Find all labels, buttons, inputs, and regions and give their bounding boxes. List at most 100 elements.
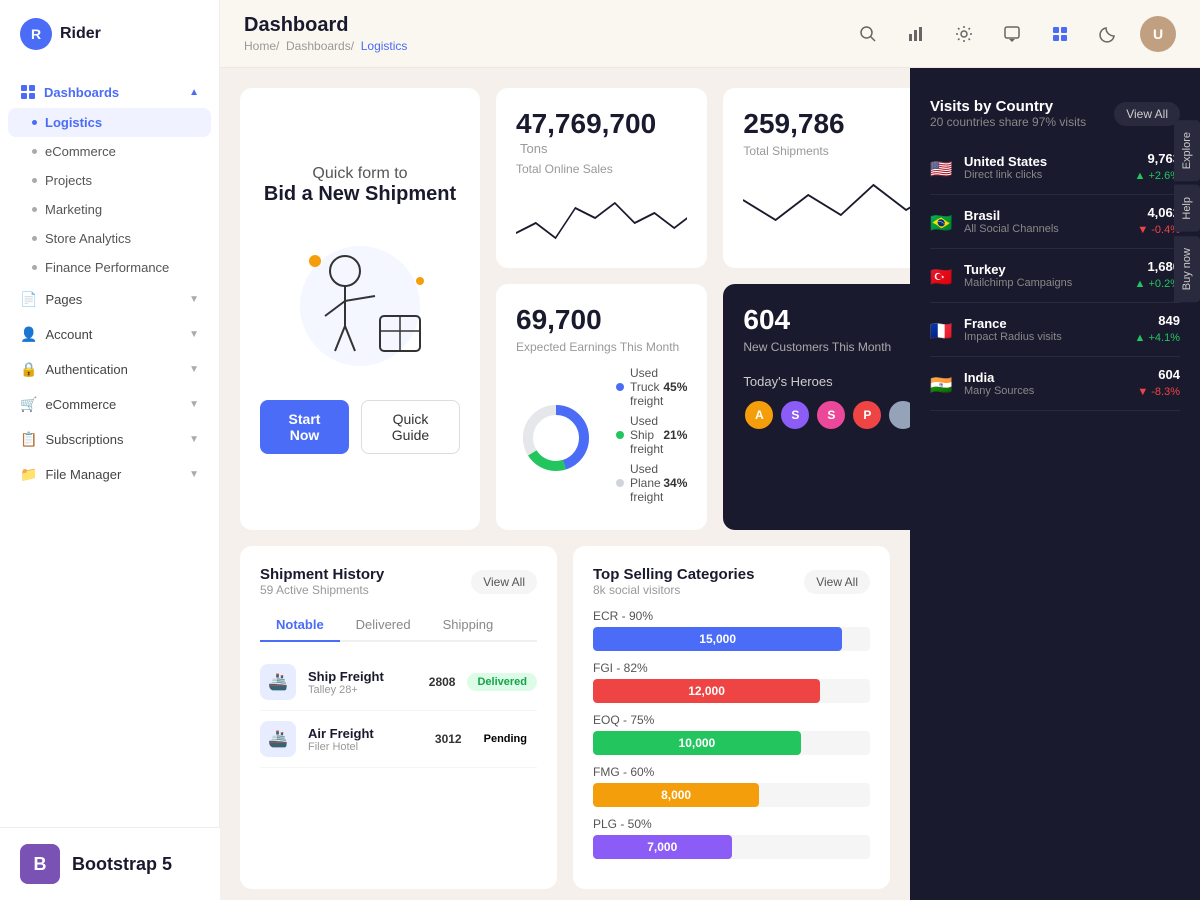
earnings-legend: Used Truck freight 45% Used Ship freight…	[616, 366, 687, 510]
tab-notable[interactable]: Notable	[260, 609, 340, 642]
sidebar-item-marketing[interactable]: Marketing	[0, 195, 219, 224]
sidebar-top-item-pages[interactable]: 📄 Pages ▼	[0, 282, 219, 317]
right-panel: Visits by Country 20 countries share 97%…	[910, 68, 1200, 900]
categories-view-all[interactable]: View All	[804, 570, 870, 594]
sidebar-top-items: 📄 Pages ▼ 👤 Account ▼ 🔒 Authentication ▼…	[0, 282, 219, 492]
header-right: U	[852, 16, 1176, 52]
bar-fill: 10,000	[593, 731, 801, 755]
bar-track: 15,000	[593, 627, 870, 651]
legend-label: Used Truck freight	[630, 366, 663, 408]
shipment-row: 🚢 Air Freight Filer Hotel 3012 Pending	[260, 711, 537, 768]
sidebar-logo: R Rider	[0, 0, 219, 68]
hero-avatar: S	[815, 399, 847, 431]
heroes-avatars: ASSP+2	[743, 399, 910, 431]
nav-dot	[32, 207, 37, 212]
breadcrumb-active: Logistics	[361, 39, 408, 53]
visits-section: Visits by Country 20 countries share 97%…	[930, 98, 1180, 411]
earnings-card: 69,700 Expected Earnings This Month	[496, 284, 707, 530]
chart-icon[interactable]	[900, 18, 932, 50]
bar-fill: 8,000	[593, 783, 759, 807]
total-shipments-card: 259,786 Total Shipments	[723, 88, 910, 268]
sales-chart	[516, 188, 687, 248]
shipments-chart	[743, 170, 910, 230]
sidebar-subitems: LogisticseCommerce Projects Marketing Store…	[0, 108, 219, 282]
sidebar-top-item-ecommerce-top[interactable]: 🛒 eCommerce ▼	[0, 387, 219, 422]
hero-illustration	[260, 226, 460, 376]
sidebar-top-item-account[interactable]: 👤 Account ▼	[0, 317, 219, 352]
country-flag: 🇮🇳	[930, 376, 954, 392]
customers-label: New Customers This Month	[743, 340, 910, 354]
chat-icon[interactable]	[996, 18, 1028, 50]
status-badge: Delivered	[467, 673, 537, 691]
tab-delivered[interactable]: Delivered	[340, 609, 427, 642]
legend-pct: 34%	[663, 476, 687, 490]
quick-guide-button[interactable]: Quick Guide	[361, 400, 460, 454]
sidebar-item-logistics[interactable]: Logistics	[8, 108, 211, 137]
visits-title: Visits by Country	[930, 98, 1086, 115]
category-bar-row: FGI - 82% 12,000	[593, 661, 870, 703]
bar-label-text: ECR - 90%	[593, 609, 653, 623]
sidebar-item-store-analytics[interactable]: Store Analytics	[0, 224, 219, 253]
shipment-view-all[interactable]: View All	[471, 570, 537, 594]
bar-label-text: EOQ - 75%	[593, 713, 654, 727]
category-bar-row: PLG - 50% 7,000	[593, 817, 870, 859]
sidebar-top-item-subscriptions[interactable]: 📋 Subscriptions ▼	[0, 422, 219, 457]
sidebar-top-label-subscriptions: Subscriptions	[45, 432, 123, 447]
chevron-icon: ▼	[189, 294, 199, 305]
legend-dot	[616, 479, 624, 487]
nav-dot	[32, 120, 37, 125]
header-left: Dashboard Home/ Dashboards/ Logistics	[244, 14, 407, 53]
sidebar-section-dashboards[interactable]: Dashboards ▲	[0, 76, 219, 108]
heroes-label: Today's Heroes	[743, 374, 910, 389]
country-trend: ▲ +4.1%	[1135, 332, 1180, 344]
categories-title: Top Selling Categories	[593, 566, 754, 583]
legend-label: Used Plane freight	[630, 462, 663, 504]
sidebar-item-ecommerce[interactable]: eCommerce	[0, 137, 219, 166]
settings-icon[interactable]	[948, 18, 980, 50]
country-sub: Mailchimp Campaigns	[964, 277, 1125, 289]
sidebar-nav: Dashboards ▲ LogisticseCommerce Projects M…	[0, 68, 219, 900]
country-name: Brasil	[964, 208, 1127, 223]
sales-unit: Tons	[520, 141, 547, 156]
side-tab-help[interactable]: Help	[1174, 185, 1200, 232]
sidebar-top-item-authentication[interactable]: 🔒 Authentication ▼	[0, 352, 219, 387]
tab-shipping[interactable]: Shipping	[427, 609, 510, 642]
country-name: France	[964, 316, 1125, 331]
app-name: Rider	[60, 25, 101, 43]
sales-label: Total Online Sales	[516, 162, 687, 176]
sidebar-item-label: Marketing	[45, 202, 102, 217]
donut-section: Used Truck freight 45% Used Ship freight…	[516, 366, 687, 510]
grid-icon	[20, 84, 36, 100]
country-list: 🇺🇸 United States Direct link clicks 9,76…	[930, 141, 1180, 411]
nav-dot	[32, 265, 37, 270]
side-tab-buy-now[interactable]: Buy now	[1174, 236, 1200, 302]
sales-number: 47,769,700	[516, 108, 656, 139]
categories-bars: ECR - 90% 15,000 FGI - 82% 12,000 EOQ - …	[593, 609, 870, 859]
sidebar-top-item-file-manager[interactable]: 📁 File Manager ▼	[0, 457, 219, 492]
start-now-button[interactable]: Start Now	[260, 400, 349, 454]
grid-icon[interactable]	[1044, 18, 1076, 50]
bar-label-text: PLG - 50%	[593, 817, 652, 831]
sidebar-item-label: Store Analytics	[45, 231, 131, 246]
dark-mode-icon[interactable]	[1092, 18, 1124, 50]
visits-view-all[interactable]: View All	[1114, 102, 1180, 126]
bar-fill: 15,000	[593, 627, 842, 651]
hero-avatar	[887, 399, 910, 431]
sidebar-item-projects[interactable]: Projects	[0, 166, 219, 195]
nav-dot	[32, 178, 37, 183]
chevron-icon: ▼	[189, 329, 199, 340]
shipments-label: Total Shipments	[743, 144, 910, 158]
side-tab-explore[interactable]: Explore	[1174, 120, 1200, 181]
hero-avatar: P	[851, 399, 883, 431]
ship-detail: Filer Hotel	[308, 741, 423, 753]
legend-pct: 21%	[663, 428, 687, 442]
ecommerce-top-icon: 🛒	[20, 396, 37, 413]
search-icon[interactable]	[852, 18, 884, 50]
sidebar-item-label: Projects	[45, 173, 92, 188]
ship-id: 2808	[429, 675, 456, 689]
user-avatar[interactable]: U	[1140, 16, 1176, 52]
sidebar-item-finance-performance[interactable]: Finance Performance	[0, 253, 219, 282]
subscriptions-icon: 📋	[20, 431, 37, 448]
sidebar-top-label-authentication: Authentication	[45, 362, 127, 377]
category-bar-row: FMG - 60% 8,000	[593, 765, 870, 807]
